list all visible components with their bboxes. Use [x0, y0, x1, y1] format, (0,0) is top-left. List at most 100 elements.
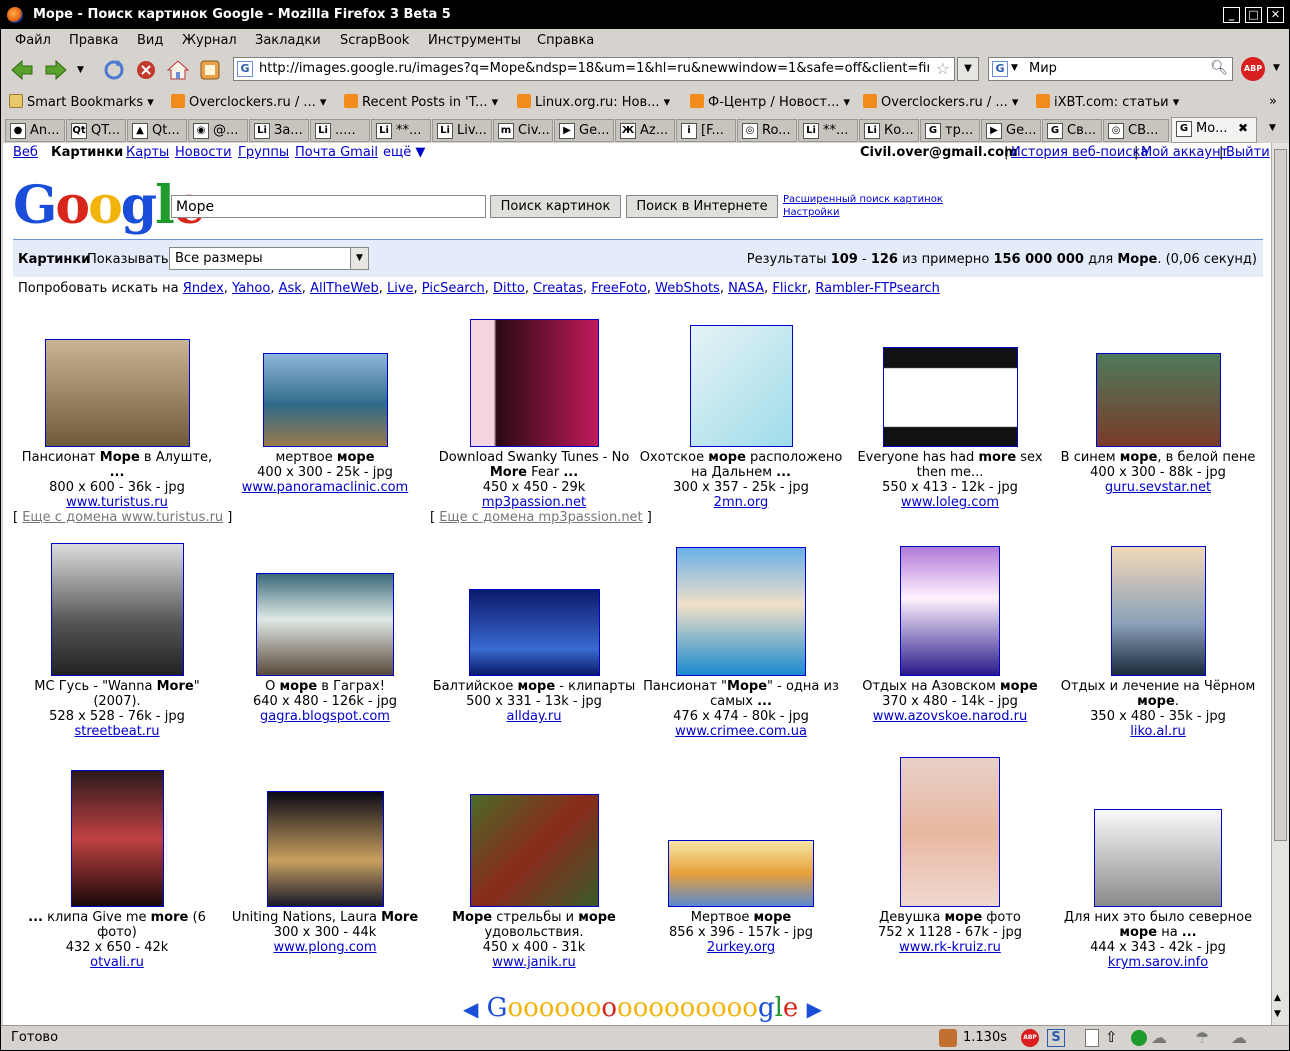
bookmark-f-center[interactable]: Ф-Центр / Новост... ▾	[690, 94, 850, 110]
tab-5[interactable]: Li За...	[249, 119, 309, 142]
engine-link[interactable]: Яndex	[183, 281, 224, 296]
more-from-domain-link[interactable]: [ Еще с домена www.turistus.ru ]	[13, 510, 232, 525]
gbar-maps[interactable]: Карты	[126, 145, 169, 160]
result-thumbnail[interactable]	[882, 347, 1018, 447]
forward-icon[interactable]	[43, 57, 69, 83]
gbar-groups[interactable]: Группы	[238, 145, 289, 160]
search-web-button[interactable]: Поиск в Интернете	[626, 195, 778, 218]
tab-17[interactable]: ▶ Ge...	[981, 119, 1041, 142]
search-icon[interactable]: 🔍︎	[1210, 60, 1228, 76]
search-history-link[interactable]: История веб-поиска	[1011, 145, 1148, 160]
url-text[interactable]: http://images.google.ru/images?q=Море&nd…	[259, 61, 929, 76]
search-images-button[interactable]: Поиск картинок	[490, 195, 621, 218]
prev-page-icon[interactable]: ◀	[463, 997, 478, 1021]
engine-link[interactable]: Live	[387, 281, 414, 296]
bookmark-recent-posts[interactable]: Recent Posts in 'T... ▾	[344, 94, 498, 110]
result-source-link[interactable]: otvali.ru	[13, 955, 221, 970]
scrapbook-icon[interactable]	[197, 57, 223, 83]
result-source-link[interactable]: guru.sevstar.net	[1054, 480, 1262, 495]
url-bar[interactable]: G http://images.google.ru/images?q=Море&…	[233, 57, 955, 81]
menu-edit[interactable]: Правка	[69, 33, 118, 48]
engine-link[interactable]: AllTheWeb	[310, 281, 379, 296]
browser-search-box[interactable]: G ▼ Мир 🔍︎	[988, 57, 1233, 81]
result-source-link[interactable]: www.panoramaclinic.com	[221, 480, 429, 495]
tab-close-icon[interactable]: ✖	[1238, 118, 1248, 139]
tab-14[interactable]: Li **...	[798, 119, 858, 142]
gbar-gmail[interactable]: Почта Gmail	[295, 145, 378, 160]
menu-bookmarks[interactable]: Закладки	[255, 33, 321, 48]
tab-2[interactable]: Qt QT...	[66, 119, 126, 142]
result-source-link[interactable]: streetbeat.ru	[13, 724, 221, 739]
engine-link[interactable]: Yahoo	[232, 281, 270, 296]
engine-link[interactable]: PicSearch	[422, 281, 485, 296]
weather-cloud-icon[interactable]: ☁	[1231, 1028, 1247, 1047]
gbar-more[interactable]: ещё ▼	[383, 145, 425, 160]
maximize-icon[interactable]: □	[1245, 7, 1262, 23]
result-thumbnail[interactable]	[256, 573, 394, 676]
result-thumbnail[interactable]	[900, 546, 1000, 676]
bookmark-linux-org[interactable]: Linux.org.ru: Нов... ▾	[517, 94, 670, 110]
result-thumbnail[interactable]	[1095, 353, 1221, 447]
tab-19[interactable]: ◎ СВ...	[1103, 119, 1169, 142]
advanced-image-search-link[interactable]: Расширенный поиск картинок	[783, 193, 943, 206]
result-thumbnail[interactable]	[469, 794, 599, 907]
settings-link[interactable]: Настройки	[783, 206, 943, 219]
result-source-link[interactable]: mp3passion.net	[430, 495, 638, 510]
bookmark-ixbt[interactable]: iXBT.com: статьи ▾	[1036, 94, 1179, 110]
result-source-link[interactable]: liko.al.ru	[1054, 724, 1262, 739]
tab-6[interactable]: Li.....	[310, 119, 370, 142]
adblock-dropdown-icon[interactable]: ▼	[1273, 63, 1280, 73]
bookmark-overclockers-1[interactable]: Overclockers.ru / ... ▾	[171, 94, 326, 110]
vertical-scrollbar[interactable]: ▲ ▼	[1271, 143, 1289, 1025]
page-icon[interactable]	[1085, 1029, 1099, 1047]
tab-1[interactable]: ● An...	[5, 119, 65, 142]
back-icon[interactable]	[9, 57, 35, 83]
bookmarks-overflow-icon[interactable]: »	[1269, 94, 1277, 109]
url-dropdown-icon[interactable]: ▼	[957, 57, 979, 81]
tab-16[interactable]: Gтр...	[920, 119, 980, 142]
result-thumbnail[interactable]	[262, 353, 388, 447]
result-thumbnail[interactable]	[900, 757, 1000, 907]
gbar-news[interactable]: Новости	[175, 145, 232, 160]
tab-4[interactable]: ◉ @...	[188, 119, 248, 142]
tab-15[interactable]: Li Ко...	[859, 119, 919, 142]
result-source-link[interactable]: www.rk-kruiz.ru	[846, 940, 1054, 955]
menu-file[interactable]: Файл	[15, 33, 51, 48]
result-source-link[interactable]: www.turistus.ru	[13, 495, 221, 510]
result-thumbnail[interactable]	[1110, 546, 1206, 676]
adblock-icon[interactable]: ABP	[1241, 57, 1265, 81]
skype-icon[interactable]: S	[1047, 1029, 1065, 1047]
minimize-icon[interactable]: _	[1223, 7, 1240, 23]
home-icon[interactable]	[165, 57, 191, 83]
browser-search-input[interactable]: Мир	[1029, 61, 1057, 76]
reload-icon[interactable]	[101, 57, 127, 83]
tab-13[interactable]: ◎ Ro...	[737, 119, 797, 142]
result-thumbnail[interactable]	[44, 339, 190, 447]
menu-help[interactable]: Справка	[537, 33, 594, 48]
engine-link[interactable]: Ask	[279, 281, 302, 296]
bookmark-smart[interactable]: Smart Bookmarks ▾	[9, 94, 154, 110]
engine-link[interactable]: WebShots	[655, 281, 720, 296]
result-thumbnail[interactable]	[468, 589, 600, 676]
result-source-link[interactable]: 2urkey.org	[637, 940, 845, 955]
more-from-domain-link[interactable]: [ Еще с домена mp3passion.net ]	[430, 510, 652, 525]
result-source-link[interactable]: www.loleg.com	[846, 495, 1054, 510]
gbar-web[interactable]: Веб	[13, 145, 38, 160]
result-thumbnail[interactable]	[668, 840, 814, 907]
tab-12[interactable]: i [F...	[676, 119, 736, 142]
tab-10[interactable]: ▶ Ge...	[554, 119, 614, 142]
result-source-link[interactable]: allday.ru	[430, 709, 638, 724]
menu-tools[interactable]: Инструменты	[428, 33, 521, 48]
result-thumbnail[interactable]	[676, 547, 806, 676]
status-ok-icon[interactable]	[1131, 1030, 1147, 1046]
result-source-link[interactable]: www.plong.com	[221, 940, 429, 955]
result-thumbnail[interactable]	[689, 325, 793, 447]
tab-8[interactable]: Li Liv...	[432, 119, 492, 142]
image-search-input[interactable]: Море	[171, 195, 486, 218]
result-source-link[interactable]: 2mn.org	[637, 495, 845, 510]
result-thumbnail[interactable]	[50, 543, 184, 676]
logout-link[interactable]: Выйти	[1226, 145, 1270, 160]
engine-link[interactable]: NASA	[728, 281, 764, 296]
close-icon[interactable]: ✕	[1267, 7, 1284, 23]
menu-history[interactable]: Журнал	[182, 33, 237, 48]
